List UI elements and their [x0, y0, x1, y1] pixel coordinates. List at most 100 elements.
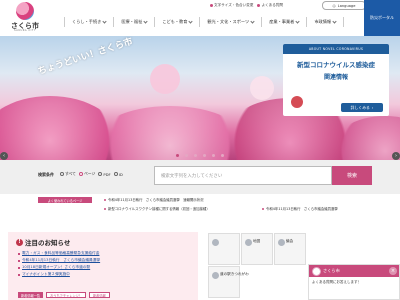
nav-item-children[interactable]: こども・教育 — [155, 17, 201, 27]
chatbot-message: よくある質問にお答えします！ — [312, 280, 361, 284]
category-icon — [212, 239, 219, 246]
notice-link[interactable]: 電力・ガス・食料品等価格高騰緊急支援給付金 — [18, 250, 100, 257]
covid-banner-top: ABOUT NOVEL CORONAVIRUS — [283, 44, 389, 54]
cosmos-flower-image — [150, 64, 180, 94]
chevron-down-icon — [102, 19, 107, 24]
link-label: マイナポイント第２弾実施中 — [22, 272, 70, 276]
disaster-portal-button[interactable]: 防災ポータル — [364, 0, 400, 36]
font-size-color-link[interactable]: 文字サイズ・色合い変更 — [210, 3, 253, 8]
cosmos-flower-image — [250, 76, 274, 100]
notice-tabs: 新着情報一覧 おうちでチャレンジ！ 新着情報 — [18, 292, 110, 298]
important-notice: ! 注目のお知らせ 電力・ガス・食料品等価格高騰緊急支援給付金 令和4年11月1… — [8, 232, 198, 300]
bullet-icon — [257, 4, 261, 7]
radio-all[interactable]: すべて — [60, 171, 76, 177]
virus-icon — [291, 96, 303, 108]
popular-page-link[interactable]: 令和4年11月13日執行 さくら市議会議員選挙 速報開示状況 — [104, 197, 204, 202]
radio-circle-icon — [60, 172, 64, 176]
nav-item-industry[interactable]: 産業・事業者 — [262, 17, 308, 27]
alert-icon: ! — [16, 238, 23, 246]
nav-label: 観光・文化・スポーツ — [207, 19, 250, 24]
util-link-label: 文字サイズ・色合い変更 — [214, 3, 254, 7]
hero-catchphrase: ちょうどいい！さくら市 — [36, 36, 135, 78]
slider-dot[interactable] — [221, 154, 224, 157]
popular-page-link[interactable]: 新型コロナウイルスワクチン接種に関する情報（初回・追加接種） — [104, 206, 210, 211]
site-search: 検索条件 すべて ページ PDF ID 検索文字列を入力してください 検索 — [0, 160, 400, 194]
language-label: Language — [337, 3, 356, 8]
slider-dot[interactable] — [212, 154, 215, 157]
covid-more-label: 詳しくみる — [350, 104, 370, 110]
tab-news-list[interactable]: 新着情報一覧 — [18, 292, 44, 298]
chatbot-avatar-icon — [312, 267, 321, 276]
search-input[interactable]: 検索文字列を入力してください — [154, 166, 332, 185]
faq-link[interactable]: よくある質問 — [257, 3, 283, 8]
close-icon[interactable]: × — [389, 267, 397, 275]
arrow-right-icon: › — [371, 105, 374, 110]
covid-info-banner[interactable]: ABOUT NOVEL CORONAVIRUS 新型コロナウイルス感染症 関連情… — [283, 44, 389, 116]
quick-link-label: 議会 — [286, 239, 294, 243]
util-link-label: よくある質問 — [261, 3, 283, 7]
city-logo[interactable]: さくら市 SAKURA CITY — [10, 2, 40, 34]
radio-pdf[interactable]: PDF — [98, 171, 111, 177]
language-button[interactable]: ◎ Language — [322, 1, 366, 10]
notice-title: ! 注目のお知らせ — [16, 237, 70, 247]
notice-link[interactable]: マイナポイント第２弾実施中 — [18, 271, 100, 278]
slider-dot[interactable] — [185, 154, 188, 157]
link-label: 令和4年11月13日執行 さくら市議会議員選挙 — [22, 258, 101, 262]
tab-home-challenge[interactable]: おうちでチャレンジ！ — [46, 292, 86, 298]
notice-link[interactable]: 10月18日新規オープン！さくら市道の駅 — [18, 264, 100, 271]
covid-more-button[interactable]: 詳しくみる › — [341, 103, 383, 112]
nav-item-medical[interactable]: 医療・福祉 — [114, 17, 156, 27]
slider-dot[interactable] — [176, 154, 179, 157]
nav-item-tourism[interactable]: 観光・文化・スポーツ — [200, 17, 263, 27]
chatbot-widget[interactable]: さくら市 × よくある質問にお答えします！ — [308, 264, 400, 300]
bullet-icon — [104, 207, 106, 210]
chevron-down-icon — [332, 19, 337, 24]
radio-label: すべて — [65, 171, 76, 176]
hero-banner: ちょうどいい！さくら市 ABOUT NOVEL CORONAVIRUS 新型コロ… — [0, 36, 400, 160]
chatbot-title: さくら市 — [323, 268, 340, 273]
bullet-icon — [262, 207, 264, 210]
radio-page[interactable]: ページ — [78, 171, 95, 177]
logo-subtext: SAKURA CITY — [14, 29, 36, 32]
slider-next-icon[interactable]: › — [392, 152, 400, 160]
link-label: 電力・ガス・食料品等価格高騰緊急支援給付金 — [22, 251, 100, 255]
sakura-logo-icon — [16, 2, 34, 20]
slider-dot[interactable] — [203, 154, 206, 157]
quick-link-assembly[interactable]: 議会 — [274, 233, 306, 265]
quick-link-label: 地図 — [253, 239, 261, 243]
popular-page-link[interactable]: 令和4年11月13日執行 さくら市議会議員選挙 — [262, 206, 338, 211]
radio-id[interactable]: ID — [113, 171, 123, 177]
bullet-icon — [18, 259, 20, 262]
chevron-down-icon — [250, 19, 255, 24]
nav-item-living[interactable]: くらし・手続き — [64, 17, 115, 27]
nav-label: 産業・事業者 — [269, 19, 295, 24]
slider-dot[interactable] — [194, 154, 197, 157]
tab-news[interactable]: 新着情報 — [88, 292, 110, 298]
notice-title-text: 注目のお知らせ — [25, 239, 71, 247]
nav-item-city-info[interactable]: 市政情報 — [307, 17, 345, 27]
link-label: 令和4年11月13日執行 さくら市議会議員選挙 — [266, 207, 338, 211]
chevron-down-icon — [143, 19, 148, 24]
quick-link-roadside-station[interactable]: 道の駅きつれがわ — [208, 266, 249, 298]
bullet-icon — [104, 198, 106, 201]
radio-label: PDF — [103, 171, 111, 177]
search-button[interactable]: 検索 — [332, 166, 372, 185]
quick-links: 地図 議会 道の駅きつれがわ — [208, 233, 308, 300]
bullet-icon — [18, 273, 20, 276]
radio-label: ID — [118, 171, 123, 177]
bullet-icon — [18, 252, 20, 255]
nav-label: くらし・手続き — [72, 19, 102, 24]
quick-link-map[interactable]: 地図 — [241, 233, 273, 265]
quick-link[interactable] — [208, 233, 240, 265]
chevron-down-icon — [295, 19, 300, 24]
slider-dots — [0, 152, 400, 157]
link-label: 10月18日新規オープン！さくら市道の駅 — [22, 265, 91, 269]
quick-link-label: 道の駅きつれがわ — [220, 272, 249, 276]
chevron-down-icon — [188, 19, 194, 24]
assembly-icon — [278, 239, 285, 246]
nav-label: 医療・福祉 — [121, 19, 143, 24]
notice-link[interactable]: 令和4年11月13日執行 さくら市議会議員選挙 — [18, 257, 100, 264]
popular-pages-tag: よく使われているページ — [38, 197, 92, 203]
global-nav: くらし・手続き 医療・福祉 こども・教育 観光・文化・スポーツ 産業・事業者 市… — [64, 17, 345, 27]
slider-controls: ‹ › — [0, 152, 400, 160]
